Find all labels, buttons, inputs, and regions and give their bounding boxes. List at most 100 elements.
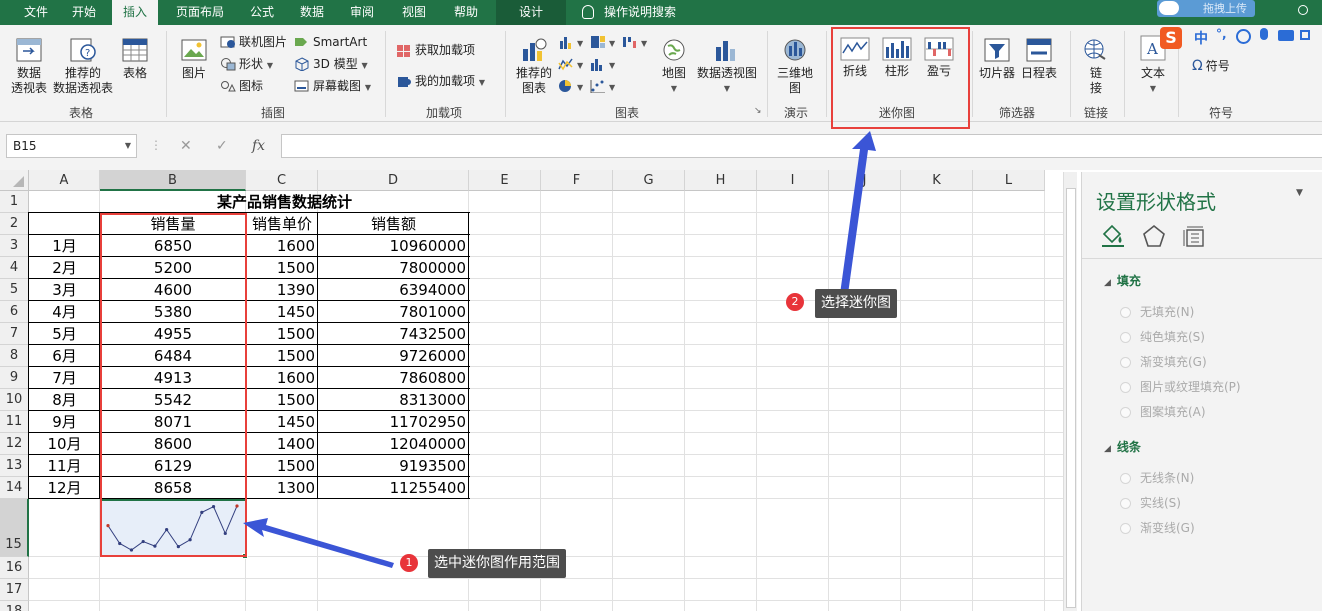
cancel-icon[interactable]: ✕ (180, 134, 192, 158)
chevron-down-icon[interactable]: ▼ (125, 135, 131, 157)
keyboard-icon[interactable] (1278, 30, 1294, 41)
header-sales-amount[interactable]: 销售额 (318, 213, 469, 235)
cell-unit-price[interactable]: 1390 (246, 279, 318, 301)
column-header-j[interactable]: J (829, 170, 901, 191)
scatter-chart-button[interactable]: ▼ (590, 78, 615, 96)
row-header-3[interactable]: 3 (0, 235, 29, 257)
cell-month[interactable]: 4月 (29, 301, 100, 323)
column-header-l[interactable]: L (973, 170, 1045, 191)
column-header-a[interactable]: A (29, 170, 100, 191)
cell-sales-amount[interactable]: 7432500 (318, 323, 469, 345)
line-section[interactable]: ◢ 线条 (1104, 438, 1141, 455)
cell-sales-amount[interactable]: 7801000 (318, 301, 469, 323)
cell-sales-amount[interactable]: 8313000 (318, 389, 469, 411)
row-header-8[interactable]: 8 (0, 345, 29, 367)
screenshot-button[interactable]: 屏幕截图 ▼ (294, 78, 371, 96)
cell-sales-amount[interactable]: 6394000 (318, 279, 469, 301)
drag-handle-icon[interactable]: ⋮ (150, 138, 162, 152)
row-header-14[interactable]: 14 (0, 477, 29, 499)
row-header-2[interactable]: 2 (0, 213, 29, 235)
tell-me-search[interactable]: 操作说明搜索 (582, 0, 676, 25)
cell-month[interactable]: 11月 (29, 455, 100, 477)
icons-button[interactable]: 图标 (220, 78, 263, 94)
statistic-chart-button[interactable]: ▼ (590, 56, 615, 74)
column-header-d[interactable]: D (318, 170, 469, 191)
tab-file[interactable]: 文件 (16, 0, 56, 25)
enter-check-icon[interactable]: ✓ (216, 134, 228, 158)
emoji-icon[interactable] (1236, 29, 1251, 44)
cell-sales-amount[interactable]: 11255400 (318, 477, 469, 499)
header-unit-price[interactable]: 销售单价 (246, 213, 318, 235)
sheet-title[interactable]: 某产品销售数据统计 (100, 191, 469, 213)
smartart-button[interactable]: SmartArt (294, 34, 367, 50)
cell-sales-amount[interactable]: 9193500 (318, 455, 469, 477)
row-header-7[interactable]: 7 (0, 323, 29, 345)
row-header-1[interactable]: 1 (0, 191, 29, 213)
online-pictures-button[interactable]: 联机图片 (220, 34, 287, 50)
row-header-6[interactable]: 6 (0, 301, 29, 323)
column-chart-button[interactable]: ▼ (558, 34, 583, 52)
size-properties-icon[interactable] (1182, 224, 1206, 248)
recommended-pivottables-button[interactable]: ? 推荐的 数据透视表 (52, 37, 114, 96)
cell-month[interactable]: 3月 (29, 279, 100, 301)
cell-unit-price[interactable]: 1500 (246, 323, 318, 345)
line-chart-button[interactable]: ▼ (558, 56, 583, 74)
pivotchart-button[interactable]: 数据透视图 ▼ (696, 37, 758, 96)
tab-home[interactable]: 开始 (62, 0, 106, 25)
table-button[interactable]: 表格 (116, 37, 154, 81)
sogou-logo-icon[interactable]: S (1160, 27, 1182, 49)
3d-models-button[interactable]: 3D 模型 ▼ (294, 56, 368, 74)
tab-formulas[interactable]: 公式 (242, 0, 282, 25)
cell-sales-amount[interactable]: 9726000 (318, 345, 469, 367)
ime-menu-icon[interactable] (1300, 30, 1310, 40)
scrollbar-thumb[interactable] (1066, 188, 1076, 608)
column-header-k[interactable]: K (901, 170, 973, 191)
row-header-4[interactable]: 4 (0, 257, 29, 279)
tab-insert[interactable]: 插入 (112, 0, 158, 26)
pivottable-button[interactable]: 数据 透视表 (6, 37, 52, 96)
tab-page-layout[interactable]: 页面布局 (166, 0, 234, 25)
fill-option-pattern[interactable]: 图案填充(A) (1120, 403, 1206, 420)
ime-punct-toggle[interactable]: °, (1216, 27, 1227, 41)
row-header-18[interactable]: 18 (0, 601, 29, 611)
get-addins-button[interactable]: 获取加载项 (396, 42, 475, 58)
row-header-17[interactable]: 17 (0, 579, 29, 601)
upload-button[interactable]: 拖拽上传 (1157, 0, 1255, 17)
tab-review[interactable]: 审阅 (342, 0, 382, 25)
microphone-icon[interactable] (1260, 28, 1268, 40)
cell-month[interactable]: 8月 (29, 389, 100, 411)
column-header-h[interactable]: H (685, 170, 757, 191)
3d-map-button[interactable]: 三维地 图 (774, 37, 816, 96)
column-header-e[interactable]: E (469, 170, 541, 191)
cell-unit-price[interactable]: 1500 (246, 257, 318, 279)
cell-unit-price[interactable]: 1450 (246, 411, 318, 433)
fill-line-tab-icon[interactable] (1100, 224, 1126, 248)
cell-sales-amount[interactable]: 7800000 (318, 257, 469, 279)
tab-data[interactable]: 数据 (292, 0, 332, 25)
link-button[interactable]: 链 接 (1078, 37, 1114, 96)
line-option-solid[interactable]: 实线(S) (1120, 494, 1181, 511)
hierarchy-chart-button[interactable]: ▼ (590, 34, 615, 52)
tab-view[interactable]: 视图 (394, 0, 434, 25)
fill-option-none[interactable]: 无填充(N) (1120, 303, 1194, 320)
cell-month[interactable]: 10月 (29, 433, 100, 455)
my-addins-button[interactable]: 我的加载项 ▼ (396, 73, 485, 91)
fill-option-picture[interactable]: 图片或纹理填充(P) (1120, 378, 1241, 395)
fill-section[interactable]: ◢ 填充 (1104, 272, 1141, 289)
line-option-none[interactable]: 无线条(N) (1120, 469, 1194, 486)
select-all-corner[interactable] (0, 170, 29, 191)
name-box[interactable]: B15 ▼ (6, 134, 137, 158)
cell-unit-price[interactable]: 1600 (246, 367, 318, 389)
cell-unit-price[interactable]: 1300 (246, 477, 318, 499)
symbol-button[interactable]: Ω 符号 (1192, 58, 1230, 74)
maps-button[interactable]: 地图 ▼ (656, 37, 692, 96)
cell-sales-amount[interactable]: 12040000 (318, 433, 469, 455)
user-icon[interactable] (1298, 5, 1308, 15)
column-header-g[interactable]: G (613, 170, 685, 191)
row-header-13[interactable]: 13 (0, 455, 29, 477)
recommended-charts-button[interactable]: 推荐的 图表 (512, 37, 556, 96)
row-header-12[interactable]: 12 (0, 433, 29, 455)
cell-month[interactable]: 2月 (29, 257, 100, 279)
line-option-gradient[interactable]: 渐变线(G) (1120, 519, 1195, 536)
cell-unit-price[interactable]: 1500 (246, 455, 318, 477)
